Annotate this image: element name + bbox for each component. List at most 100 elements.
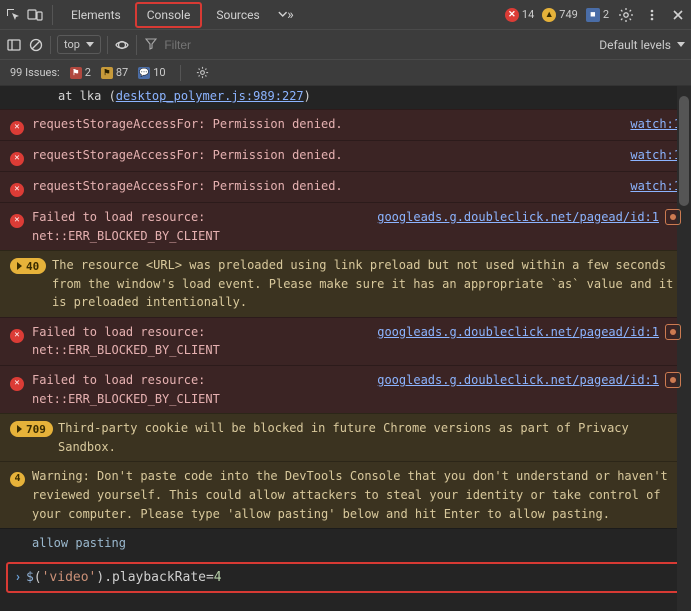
tab-label: Sources	[216, 8, 259, 22]
source-link[interactable]: watch:1	[630, 146, 681, 165]
input-code[interactable]: $('video').playbackRate=4	[26, 570, 222, 585]
live-expression-icon[interactable]	[114, 37, 130, 53]
badge-count: 709	[26, 421, 46, 438]
count: 2	[85, 66, 91, 79]
log-message: Warning: Don't paste code into the DevTo…	[32, 467, 681, 523]
console-input[interactable]: › $('video').playbackRate=4	[6, 562, 685, 593]
flag-icon: ⚑	[70, 67, 82, 79]
chevron-down-icon	[86, 42, 94, 47]
log-message: Third-party cookie will be blocked in fu…	[58, 419, 681, 456]
clear-console-icon[interactable]	[28, 37, 44, 53]
count: 749	[559, 8, 578, 21]
warning-icon: ▲	[542, 8, 556, 22]
levels-label: Default levels	[599, 38, 671, 52]
filter-icon	[145, 38, 158, 52]
count: 87	[116, 66, 128, 79]
log-levels-selector[interactable]: Default levels	[599, 38, 685, 52]
warning-count-icon: 4	[10, 468, 26, 487]
extension-icon[interactable]	[665, 372, 681, 388]
stack-suffix: )	[304, 89, 311, 103]
log-row-warning: 40 The resource <URL> was preloaded usin…	[0, 250, 691, 317]
log-message: Failed to load resource: net::ERR_BLOCKE…	[32, 371, 369, 408]
error-icon: ✕	[10, 147, 26, 166]
console-log: at lka (desktop_polymer.js:989:227) ✕ re…	[0, 86, 691, 611]
stack-trace-line: at lka (desktop_polymer.js:989:227)	[0, 86, 691, 109]
count: 2	[603, 8, 609, 21]
stack-prefix: at lka (	[58, 89, 116, 103]
log-message: Failed to load resource: net::ERR_BLOCKE…	[32, 323, 369, 360]
kebab-icon[interactable]	[643, 6, 661, 24]
separator	[107, 36, 108, 54]
tab-console[interactable]: Console	[135, 2, 203, 28]
info-icon: ■	[586, 8, 600, 22]
console-toolbar: top Default levels	[0, 30, 691, 60]
source-link[interactable]: watch:1	[630, 115, 681, 134]
info-count[interactable]: ■ 2	[586, 8, 609, 22]
separator	[50, 36, 51, 54]
extension-icon[interactable]	[665, 324, 681, 340]
chat-icon: 💬	[138, 67, 150, 79]
issues-info[interactable]: 💬10	[138, 66, 165, 79]
error-icon: ✕	[505, 8, 519, 22]
log-message: allow pasting	[32, 534, 681, 553]
chevron-down-icon	[677, 42, 685, 47]
log-row-error: ✕ requestStorageAccessFor: Permission de…	[0, 109, 691, 140]
separator	[180, 65, 181, 81]
tab-elements[interactable]: Elements	[61, 0, 131, 30]
issues-breaking[interactable]: ⚑2	[70, 66, 91, 79]
error-count[interactable]: ✕ 14	[505, 8, 534, 22]
device-toolbar-icon[interactable]	[26, 6, 44, 24]
log-message: requestStorageAccessFor: Permission deni…	[32, 146, 622, 165]
extension-icon[interactable]	[665, 209, 681, 225]
repeat-badge[interactable]: 709	[10, 420, 26, 439]
context-label: top	[64, 38, 80, 51]
error-icon: ✕	[10, 209, 26, 228]
log-row-user: allow pasting	[0, 528, 691, 558]
devtools-tabbar: Elements Console Sources » ✕ 14 ▲ 749 ■ …	[0, 0, 691, 30]
filter-box	[136, 35, 593, 55]
log-message: requestStorageAccessFor: Permission deni…	[32, 115, 622, 134]
log-message: The resource <URL> was preloaded using l…	[52, 256, 681, 312]
scrollbar-thumb[interactable]	[679, 96, 689, 206]
filter-input[interactable]	[164, 38, 593, 52]
issues-label: 99 Issues:	[10, 66, 60, 79]
error-icon: ✕	[10, 372, 26, 391]
inspect-icon[interactable]	[4, 6, 22, 24]
log-message: Failed to load resource: net::ERR_BLOCKE…	[32, 208, 369, 245]
log-row-error: ✕ requestStorageAccessFor: Permission de…	[0, 140, 691, 171]
error-icon: ✕	[10, 116, 26, 135]
more-tabs-icon[interactable]: »	[276, 6, 294, 24]
error-icon: ✕	[10, 324, 26, 343]
source-link[interactable]: desktop_polymer.js:989:227	[116, 89, 304, 103]
repeat-badge[interactable]: 40	[10, 257, 26, 276]
scrollbar[interactable]	[677, 86, 691, 611]
log-row-error: ✕ Failed to load resource: net::ERR_BLOC…	[0, 202, 691, 250]
count: 10	[153, 66, 165, 79]
source-link[interactable]: watch:1	[630, 177, 681, 196]
tab-label: Elements	[71, 8, 121, 22]
log-row-warning: 4 Warning: Don't paste code into the Dev…	[0, 461, 691, 528]
source-link[interactable]: googleads.g.doubleclick.net/pagead/id:1	[377, 323, 659, 342]
separator	[52, 5, 53, 25]
warning-count[interactable]: ▲ 749	[542, 8, 578, 22]
close-icon[interactable]	[669, 6, 687, 24]
log-message: requestStorageAccessFor: Permission deni…	[32, 177, 622, 196]
error-icon: ✕	[10, 178, 26, 197]
tab-label: Console	[147, 8, 191, 22]
gear-icon[interactable]	[617, 6, 635, 24]
log-row-warning: 709 Third-party cookie will be blocked i…	[0, 413, 691, 461]
count: 14	[522, 8, 534, 21]
issues-improvements[interactable]: ⚑87	[101, 66, 128, 79]
flag-icon: ⚑	[101, 67, 113, 79]
log-row-error: ✕ requestStorageAccessFor: Permission de…	[0, 171, 691, 202]
gear-icon[interactable]	[195, 65, 210, 80]
tab-sources[interactable]: Sources	[206, 0, 269, 30]
prompt-icon: ›	[16, 570, 20, 585]
header-right: ✕ 14 ▲ 749 ■ 2	[505, 6, 687, 24]
badge-count: 40	[26, 258, 39, 275]
sidebar-toggle-icon[interactable]	[6, 37, 22, 53]
context-selector[interactable]: top	[57, 35, 101, 54]
log-row-error: ✕ Failed to load resource: net::ERR_BLOC…	[0, 365, 691, 413]
source-link[interactable]: googleads.g.doubleclick.net/pagead/id:1	[377, 371, 659, 390]
source-link[interactable]: googleads.g.doubleclick.net/pagead/id:1	[377, 208, 659, 227]
